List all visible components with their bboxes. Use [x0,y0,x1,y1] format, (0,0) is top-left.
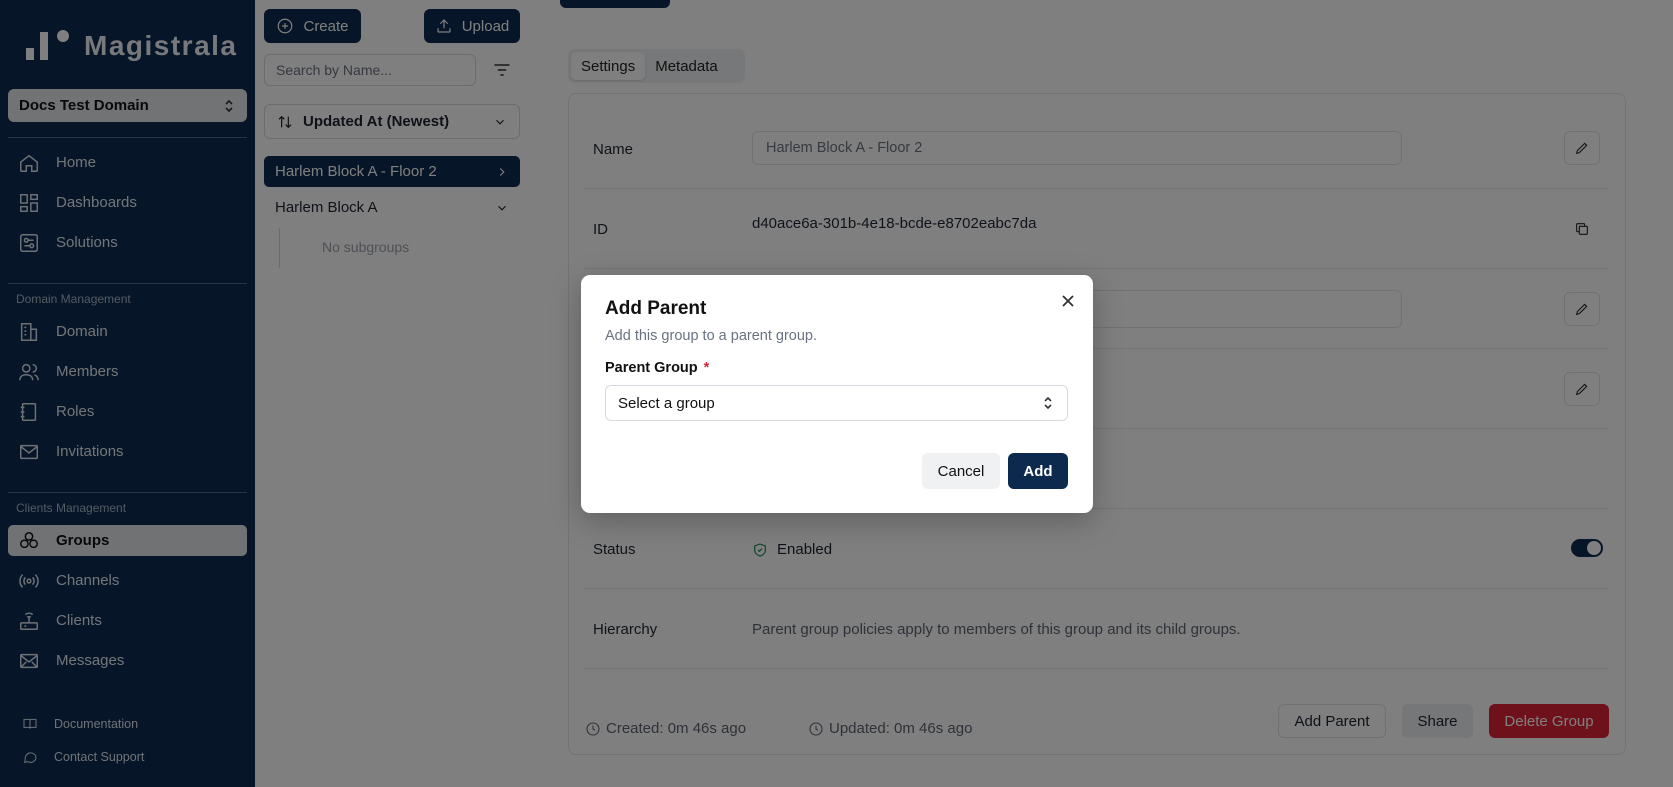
required-mark: * [703,360,710,376]
add-parent-dialog: Add Parent Add this group to a parent gr… [581,275,1093,513]
add-button[interactable]: Add [1008,453,1068,489]
cancel-button[interactable]: Cancel [922,453,1000,489]
dialog-title: Add Parent [605,298,707,319]
field-label-text: Parent Group [605,360,698,376]
close-button[interactable] [1058,291,1078,311]
dialog-description: Add this group to a parent group. [605,328,818,344]
chevrons-up-down-icon [1044,396,1052,410]
parent-group-select[interactable]: Select a group [605,385,1068,421]
parent-group-label: Parent Group * [605,360,709,376]
select-value: Select a group [618,394,715,412]
close-icon [1062,295,1074,307]
